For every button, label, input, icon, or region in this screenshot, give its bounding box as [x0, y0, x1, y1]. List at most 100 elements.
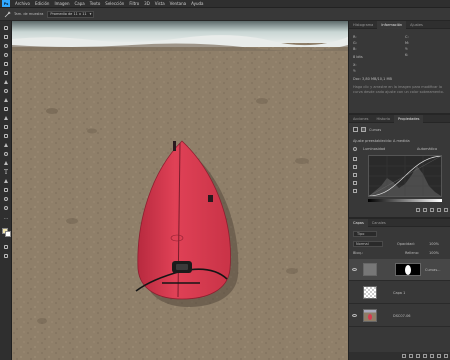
eyedropper-white-icon[interactable]	[353, 173, 357, 177]
eyedropper-tool-icon[interactable]	[3, 10, 11, 18]
photoshop-logo: Ps	[2, 0, 10, 7]
menu-vista[interactable]: Vista	[155, 1, 165, 6]
layer-filter-select[interactable]: Tipo	[353, 231, 377, 237]
pen-tool-icon[interactable]	[2, 159, 10, 167]
eyedropper-gray-icon[interactable]	[353, 165, 357, 169]
rectangle-tool-icon[interactable]	[2, 186, 10, 194]
view-previous-icon[interactable]	[423, 208, 427, 212]
eraser-tool-icon[interactable]	[2, 123, 10, 131]
quick-selection-tool-icon[interactable]	[2, 51, 10, 59]
new-layer-icon[interactable]	[437, 354, 441, 358]
target-adjust-icon[interactable]	[353, 147, 357, 151]
blur-tool-icon[interactable]	[2, 141, 10, 149]
menu-texto[interactable]: Texto	[90, 1, 101, 6]
history-brush-icon[interactable]	[2, 114, 10, 122]
reset-icon[interactable]	[430, 208, 434, 212]
menu-seleccion[interactable]: Selección	[105, 1, 124, 6]
menu-edicion[interactable]: Edición	[35, 1, 49, 6]
trash-icon[interactable]	[444, 354, 448, 358]
add-mask-icon[interactable]	[416, 354, 420, 358]
opacity-value[interactable]: 100%	[429, 242, 439, 246]
menu-capa[interactable]: Capa	[75, 1, 85, 6]
link-layers-icon[interactable]	[402, 354, 406, 358]
clone-stamp-icon[interactable]	[2, 105, 10, 113]
menu-filtro[interactable]: Filtro	[129, 1, 139, 6]
tab-ajustes[interactable]: Ajustes	[406, 21, 427, 29]
layer-name: Curvas...	[425, 268, 441, 272]
curves-graph[interactable]	[368, 155, 442, 197]
visibility-toggle-icon[interactable]	[437, 208, 441, 212]
info-r: R:	[353, 35, 357, 39]
healing-brush-icon[interactable]	[2, 87, 10, 95]
preset-value[interactable]: A medida	[393, 139, 410, 143]
layer-row-capa-1[interactable]: Capa 1	[349, 282, 450, 304]
info-panel-tabs: Histograma Información Ajustes	[349, 20, 450, 29]
screen-mode-icon[interactable]	[2, 252, 10, 260]
layer-row-curves[interactable]: Curvas...	[349, 259, 450, 281]
tab-informacion[interactable]: Información	[377, 20, 407, 29]
folder-icon[interactable]	[430, 354, 434, 358]
blend-mode-select[interactable]: Normal	[353, 241, 383, 247]
clip-layer-icon[interactable]	[416, 208, 420, 212]
tab-acciones[interactable]: Acciones	[349, 115, 373, 123]
mask-thumbnail	[395, 263, 421, 276]
tab-histograma[interactable]: Histograma	[349, 21, 377, 29]
channel-select[interactable]: Luminosidad	[363, 147, 385, 151]
menu-3d[interactable]: 3D	[144, 1, 150, 6]
quick-mask-icon[interactable]	[2, 243, 10, 251]
info-g: G:	[353, 41, 357, 45]
info-m: M:	[405, 41, 410, 45]
info-b: B:	[353, 47, 357, 51]
marquee-tool-icon[interactable]	[2, 33, 10, 41]
sample-size-value: Promedio de 11 x 11	[50, 12, 87, 16]
frame-tool-icon[interactable]	[2, 69, 10, 77]
brush-tool-icon[interactable]	[2, 96, 10, 104]
eyedropper-black-icon[interactable]	[353, 157, 357, 161]
eyedropper-icon[interactable]	[2, 78, 10, 86]
background-color-swatch[interactable]	[5, 231, 11, 237]
info-y-coord: Y:	[353, 69, 356, 73]
gradient-tool-icon[interactable]	[2, 132, 10, 140]
new-adjustment-icon[interactable]	[423, 354, 427, 358]
properties-panel-tabs: Acciones Historia Propiedades	[349, 114, 450, 123]
sample-size-select[interactable]: Promedio de 11 x 11 ▾	[47, 10, 95, 18]
layer-thumbnail	[363, 309, 377, 322]
type-tool-icon[interactable]: T	[2, 168, 10, 176]
dodge-tool-icon[interactable]	[2, 150, 10, 158]
zoom-tool-icon[interactable]	[2, 204, 10, 212]
crop-tool-icon[interactable]	[2, 60, 10, 68]
eye-icon[interactable]	[352, 314, 357, 317]
curve-gradient-bar	[368, 199, 442, 202]
lock-label: Bloq.:	[353, 251, 364, 255]
tab-historia[interactable]: Historia	[373, 115, 395, 123]
pencil-curve-icon[interactable]	[353, 189, 357, 193]
menu-ventana[interactable]: Ventana	[170, 1, 186, 6]
right-panels: Histograma Información Ajustes R: G: B: …	[348, 20, 450, 360]
hand-tool-icon[interactable]	[2, 195, 10, 203]
fx-icon[interactable]	[409, 354, 413, 358]
auto-button[interactable]: Automático	[417, 147, 437, 151]
fill-value[interactable]: 100%	[429, 251, 439, 255]
menu-archivo[interactable]: Archivo	[15, 1, 30, 6]
curve-edit-icon[interactable]	[353, 181, 357, 185]
path-selection-icon[interactable]	[2, 177, 10, 185]
document-canvas[interactable]	[12, 21, 348, 360]
move-tool-icon[interactable]	[2, 24, 10, 32]
more-tools-icon[interactable]: …	[2, 214, 10, 222]
layer-filter-label: Tipo	[357, 232, 365, 236]
tab-canales[interactable]: Canales	[368, 219, 390, 227]
trash-icon[interactable]	[444, 208, 448, 212]
chevron-down-icon: ▾	[89, 12, 92, 16]
eye-icon[interactable]	[352, 268, 357, 271]
info-c: C:	[405, 35, 409, 39]
properties-footer	[349, 206, 450, 214]
menu-imagen[interactable]: Imagen	[54, 1, 69, 6]
info-x: X:	[353, 63, 357, 67]
info-y: Y:	[405, 47, 408, 51]
menu-ayuda[interactable]: Ayuda	[191, 1, 203, 6]
layer-name: DSC07-06	[393, 314, 411, 318]
tab-propiedades[interactable]: Propiedades	[394, 114, 424, 123]
tab-capas[interactable]: Capas	[349, 218, 368, 227]
lasso-tool-icon[interactable]	[2, 42, 10, 50]
layer-row-background[interactable]: DSC07-06	[349, 305, 450, 327]
